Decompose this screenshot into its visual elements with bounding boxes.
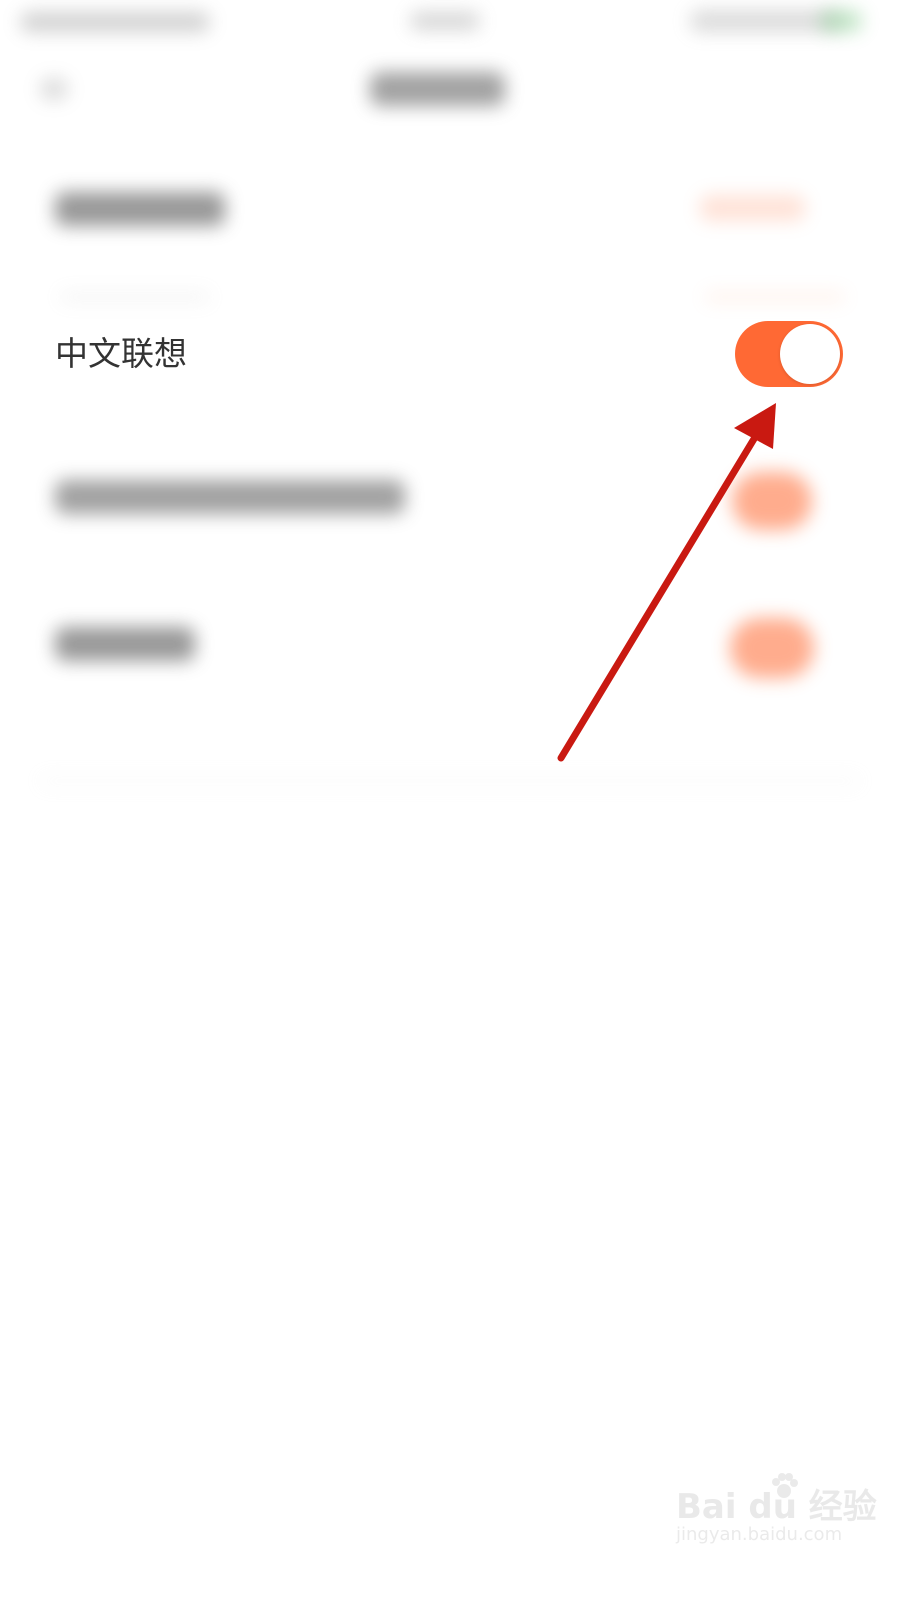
divider-blur: [60, 292, 210, 302]
battery-icon: [820, 10, 862, 32]
back-button-blur[interactable]: [40, 78, 68, 100]
toggle-switch[interactable]: [735, 321, 843, 387]
blurred-background: [0, 0, 900, 820]
toggle-knob: [780, 324, 840, 384]
status-bar-left-blur: [20, 12, 210, 32]
watermark: Bai du 经验 jingyan.baidu.com: [676, 1473, 877, 1556]
arrow-shaft: [557, 420, 767, 762]
divider-accent-blur: [705, 292, 845, 302]
page-title-blur: [370, 72, 505, 106]
status-bar-time-blur: [410, 12, 480, 30]
bottom-divider-blur: [40, 776, 860, 786]
status-bar-right-blur: [690, 10, 840, 32]
watermark-url: jingyan.baidu.com: [676, 1524, 843, 1545]
setting-row-1-label-blur: [55, 192, 225, 226]
setting-row-chinese-association[interactable]: 中文联想: [0, 318, 900, 390]
baidu-paw-icon: [772, 1473, 798, 1498]
setting-row-4-label-blur: [55, 627, 195, 661]
setting-row-1-value-blur[interactable]: [700, 195, 805, 221]
arrow-icon: [557, 403, 776, 762]
setting-row-3-toggle-blur[interactable]: [732, 472, 812, 530]
watermark-brand: Bai du 经验: [676, 1487, 877, 1527]
setting-row-3-label-blur: [55, 480, 405, 514]
arrow-head: [734, 403, 776, 449]
setting-label: 中文联想: [55, 334, 187, 373]
setting-row-4-toggle-blur[interactable]: [730, 618, 814, 678]
